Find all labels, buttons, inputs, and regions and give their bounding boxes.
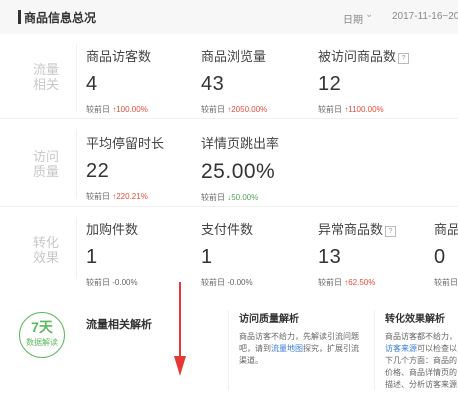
badge-number: 7天 xyxy=(31,319,53,335)
help-icon[interactable]: ? xyxy=(385,226,397,237)
metric-value: 12 xyxy=(318,73,342,95)
metric-compare: 较前日 ↑1100.00% xyxy=(318,105,384,114)
metric-value: 43 xyxy=(201,73,225,95)
metric-item[interactable]: 支付件数 1 较前日 -0.00% xyxy=(201,219,253,288)
flow-analysis-title: 流量相关解析 xyxy=(86,319,152,331)
analysis-card-quality: 访问质量解析 商品访客不给力，先解读引流问题吧，请到流量地图探究，扩展引流渠道。 xyxy=(228,310,373,390)
metric-name: 详情页跳出率 xyxy=(201,136,280,151)
date-selector[interactable]: 日期 xyxy=(343,11,363,26)
metric-name: 支付件数 xyxy=(201,222,254,237)
title-accent-bar xyxy=(18,10,21,24)
metric-name: 商品浏览量 xyxy=(201,49,267,64)
metric-name: 异常商品数? xyxy=(318,219,397,238)
chevron-down-icon[interactable]: ⌄ xyxy=(365,9,373,20)
metric-value: 13 xyxy=(318,246,342,268)
analysis-card-conversion: 转化效果解析 商品访客都不给力，访客来源可以检查以下几个方面：商品的价格、商品详… xyxy=(374,310,458,390)
card-link[interactable]: 流量地图 xyxy=(271,344,303,353)
row-label-traffic: 流量 相关 xyxy=(32,62,59,92)
metric-value: 22 xyxy=(86,160,110,182)
metric-name: 商品访客数 xyxy=(86,49,152,64)
row-label-conversion: 转化 效果 xyxy=(32,235,59,265)
help-icon[interactable]: ? xyxy=(398,53,410,64)
row-divider xyxy=(76,129,77,199)
metric-name: 商品 xyxy=(434,222,458,237)
section-title: 商品信息总况 xyxy=(24,11,97,25)
metric-item[interactable]: 详情页跳出率 25.00% 较前日 ↓50.00% xyxy=(201,133,279,203)
metrics-row-traffic: 流量 相关 商品访客数 4 较前日 ↑100.00% 商品浏览量 43 较前日 … xyxy=(0,34,458,118)
card-link[interactable]: 访客来源 xyxy=(385,344,417,353)
down-arrow-icon xyxy=(174,282,186,376)
metric-value: 4 xyxy=(86,73,98,95)
metric-value: 0 xyxy=(434,246,446,268)
metric-compare: 较前日 ↑100.00% xyxy=(86,105,148,114)
row-divider xyxy=(76,44,77,112)
row-label-quality: 访问 质量 xyxy=(32,149,59,179)
metric-name: 加购件数 xyxy=(86,222,139,237)
metrics-row-conversion: 转化 效果 加购件数 1 较前日 -0.00% 支付件数 1 较前日 -0.00… xyxy=(0,206,458,287)
row-divider xyxy=(76,217,77,279)
metric-item[interactable]: 被访问商品数? 12 较前日 ↑1100.00% xyxy=(318,46,410,115)
metric-item[interactable]: 平均停留时长 22 较前日 ↑220.21% xyxy=(86,133,164,202)
badge-subtitle: 数据解读 xyxy=(26,338,58,347)
date-range-text: 2017-11-16~2017- xyxy=(392,11,458,22)
metric-compare: 较前日 ↑2050.00% xyxy=(201,105,268,114)
card-desc: 商品访客都不给力，访客来源可以检查以下几个方面：商品的价格、商品详情页的描述、分… xyxy=(385,332,457,389)
metric-value: 25.00% xyxy=(201,160,276,183)
metric-compare: 较前日 ↓50.00% xyxy=(201,193,259,202)
card-title: 访问质量解析 xyxy=(239,314,299,325)
card-desc: 商品访客不给力，先解读引流问题吧，请到流量地图探究，扩展引流渠道。 xyxy=(239,332,359,365)
seven-day-badge[interactable]: 7天 数据解读 xyxy=(19,312,65,358)
metric-value: 1 xyxy=(86,246,98,268)
section-header: 商品信息总况 日期 ⌄ 2017-11-16~2017- xyxy=(0,0,458,35)
metric-item[interactable]: 商品访客数 4 较前日 ↑100.00% xyxy=(86,46,151,115)
metric-item[interactable]: 商品浏览量 43 较前日 ↑2050.00% xyxy=(201,46,267,115)
metrics-row-quality: 访问 质量 平均停留时长 22 较前日 ↑220.21% 详情页跳出率 25.0… xyxy=(0,118,458,207)
metric-item[interactable]: 加购件数 1 较前日 -0.00% xyxy=(86,219,138,288)
metric-item[interactable]: 商品 0 较前日 xyxy=(434,219,458,288)
metric-name: 被访问商品数? xyxy=(318,46,410,65)
metric-name: 平均停留时长 xyxy=(86,136,165,151)
metric-compare: 较前日 ↑220.21% xyxy=(86,192,148,201)
metric-item[interactable]: 异常商品数? 13 较前日 ↑62.50% xyxy=(318,219,397,288)
card-title: 转化效果解析 xyxy=(385,314,445,325)
metric-value: 1 xyxy=(201,246,213,268)
